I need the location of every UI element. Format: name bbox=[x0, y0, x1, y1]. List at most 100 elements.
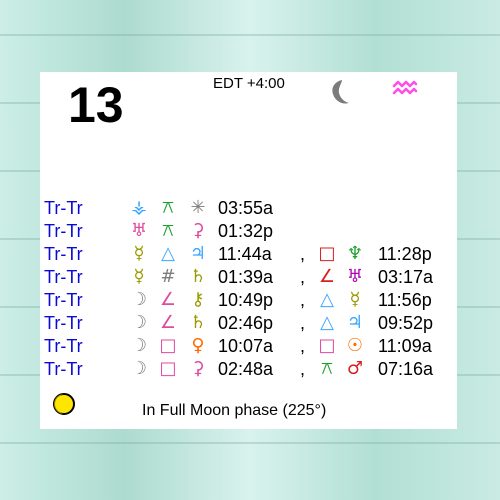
moon-icon: ☽ bbox=[130, 312, 148, 333]
neptune-icon: ♆ bbox=[346, 243, 364, 264]
transit-time-2: 03:17a bbox=[378, 267, 434, 287]
transit-label: Tr-Tr bbox=[44, 290, 83, 310]
transit-row: Tr-Tr ☿ # ♄ ∠ ♅ 01:39a, 03:17a bbox=[0, 266, 500, 289]
jupiter-icon: ♃ bbox=[344, 312, 366, 334]
transit-row: Tr-Tr ☽ □ ⚳ ⚻ ♂ 02:48a, 07:16a bbox=[0, 358, 500, 381]
transit-time-2: 07:16a bbox=[378, 359, 434, 379]
square-icon: □ bbox=[157, 335, 179, 357]
semisquare-icon: ∠ bbox=[159, 312, 177, 333]
jupiter-icon: ♃ bbox=[189, 243, 207, 264]
transit-label: Tr-Tr bbox=[44, 267, 83, 287]
ceres-icon: ✳ bbox=[190, 197, 206, 218]
trine-aspect-icon: ⚻ bbox=[316, 358, 338, 380]
trine-aspect-icon: ⚻ bbox=[162, 197, 174, 218]
separator-comma: , bbox=[300, 336, 306, 356]
transit-label: Tr-Tr bbox=[44, 313, 83, 333]
trine-icon: △ bbox=[161, 243, 175, 264]
trine-icon: △ bbox=[316, 312, 338, 334]
saturn-icon: ♄ bbox=[187, 312, 209, 334]
trine-aspect-icon: ⚻ bbox=[157, 220, 179, 242]
moon-icon: ☽ bbox=[128, 335, 150, 357]
ceres-icon: ✳ bbox=[187, 197, 209, 219]
transit-row: Tr-Tr ⚶ ⚻ ✳ 03:55a bbox=[0, 197, 500, 220]
moon-icon: ☽ bbox=[130, 335, 148, 356]
transit-label: Tr-Tr bbox=[44, 359, 83, 379]
uranus-icon: ♅ bbox=[128, 220, 150, 242]
moon-icon: ☽ bbox=[128, 289, 150, 311]
transit-time-1: 02:48a bbox=[218, 359, 274, 379]
square-icon: □ bbox=[318, 243, 336, 264]
transit-time-2: 11:56p bbox=[378, 290, 432, 310]
square-icon: □ bbox=[159, 335, 177, 356]
transit-time-1: 11:44a bbox=[218, 244, 272, 264]
day-number: 13 bbox=[68, 77, 124, 133]
juno-icon: ⚳ bbox=[191, 358, 205, 379]
moon-icon: ☽ bbox=[128, 312, 150, 334]
transit-row: Tr-Tr ☽ □ ♀ □ ☉ 10:07a, 11:09a bbox=[0, 335, 500, 358]
transit-label: Tr-Tr bbox=[44, 198, 83, 218]
neptune-icon: ⚶ bbox=[128, 197, 150, 219]
semisquare-icon: ∠ bbox=[157, 312, 179, 334]
transit-time-1: 01:39a bbox=[218, 267, 274, 287]
square-icon: □ bbox=[157, 358, 179, 380]
sun-icon: ☉ bbox=[346, 335, 364, 356]
mars-icon: ♂ bbox=[344, 358, 366, 380]
transit-time-2: 11:09a bbox=[378, 336, 432, 356]
transit-time-1: 01:32p bbox=[218, 221, 274, 241]
chiron-icon: ⚷ bbox=[191, 289, 205, 310]
mercury-icon: ☿ bbox=[133, 266, 145, 287]
semisquare-icon: ∠ bbox=[316, 266, 338, 288]
transit-time-1: 03:55a bbox=[218, 198, 274, 218]
moon-icon: ☽ bbox=[130, 358, 148, 379]
aquarius-icon bbox=[392, 79, 418, 99]
separator-comma: , bbox=[300, 244, 306, 264]
neptune-icon: ⚶ bbox=[131, 197, 147, 218]
venus-icon: ♀ bbox=[187, 335, 209, 357]
timezone-label: EDT +4:00 bbox=[213, 75, 285, 92]
neptune-icon: ♆ bbox=[344, 243, 366, 265]
transit-label: Tr-Tr bbox=[44, 244, 83, 264]
moon-icon: ☽ bbox=[130, 289, 148, 310]
sesquiquadrate-icon: # bbox=[157, 266, 179, 288]
transit-row: Tr-Tr ♅ ⚻ ⚳ 01:32p bbox=[0, 220, 500, 243]
trine-icon: △ bbox=[320, 312, 334, 333]
mercury-icon: ☿ bbox=[133, 243, 145, 264]
square-icon: □ bbox=[318, 335, 336, 356]
sesquiquadrate-icon: # bbox=[160, 266, 176, 287]
transit-row: Tr-Tr ☽ ∠ ⚷ △ ☿ 10:49p, 11:56p bbox=[0, 289, 500, 312]
trine-aspect-icon: ⚻ bbox=[162, 220, 174, 241]
moon-phase-icon bbox=[52, 392, 76, 416]
saturn-icon: ♄ bbox=[187, 266, 209, 288]
juno-icon: ⚳ bbox=[187, 220, 209, 242]
separator-comma: , bbox=[300, 359, 306, 379]
moon-phase-text: In Full Moon phase (225°) bbox=[142, 402, 327, 419]
transit-time-1: 02:46p bbox=[218, 313, 274, 333]
transit-time-1: 10:07a bbox=[218, 336, 274, 356]
mars-icon: ♂ bbox=[346, 358, 364, 379]
uranus-icon: ♅ bbox=[346, 266, 364, 287]
transit-time-2: 11:28p bbox=[378, 244, 432, 264]
mercury-icon: ☿ bbox=[128, 266, 150, 288]
square-icon: □ bbox=[316, 243, 338, 265]
separator-comma: , bbox=[300, 290, 306, 310]
trine-icon: △ bbox=[316, 289, 338, 311]
juno-icon: ⚳ bbox=[187, 358, 209, 380]
transit-label: Tr-Tr bbox=[44, 221, 83, 241]
transit-time-1: 10:49p bbox=[218, 290, 274, 310]
separator-comma: , bbox=[300, 313, 306, 333]
square-icon: □ bbox=[316, 335, 338, 357]
mercury-icon: ☿ bbox=[344, 289, 366, 311]
trine-icon: △ bbox=[320, 289, 334, 310]
uranus-icon: ♅ bbox=[130, 220, 148, 241]
square-icon: □ bbox=[159, 358, 177, 379]
semisquare-icon: ∠ bbox=[318, 266, 336, 287]
mercury-icon: ☿ bbox=[349, 289, 361, 310]
transit-row: Tr-Tr ☽ ∠ ♄ △ ♃ 02:46p, 09:52p bbox=[0, 312, 500, 335]
semisquare-icon: ∠ bbox=[159, 289, 177, 310]
separator-comma: , bbox=[300, 267, 306, 287]
transit-time-2: 09:52p bbox=[378, 313, 434, 333]
transit-label: Tr-Tr bbox=[44, 336, 83, 356]
jupiter-icon: ♃ bbox=[187, 243, 209, 265]
trine-aspect-icon: ⚻ bbox=[157, 197, 179, 219]
trine-aspect-icon: ⚻ bbox=[321, 358, 333, 379]
